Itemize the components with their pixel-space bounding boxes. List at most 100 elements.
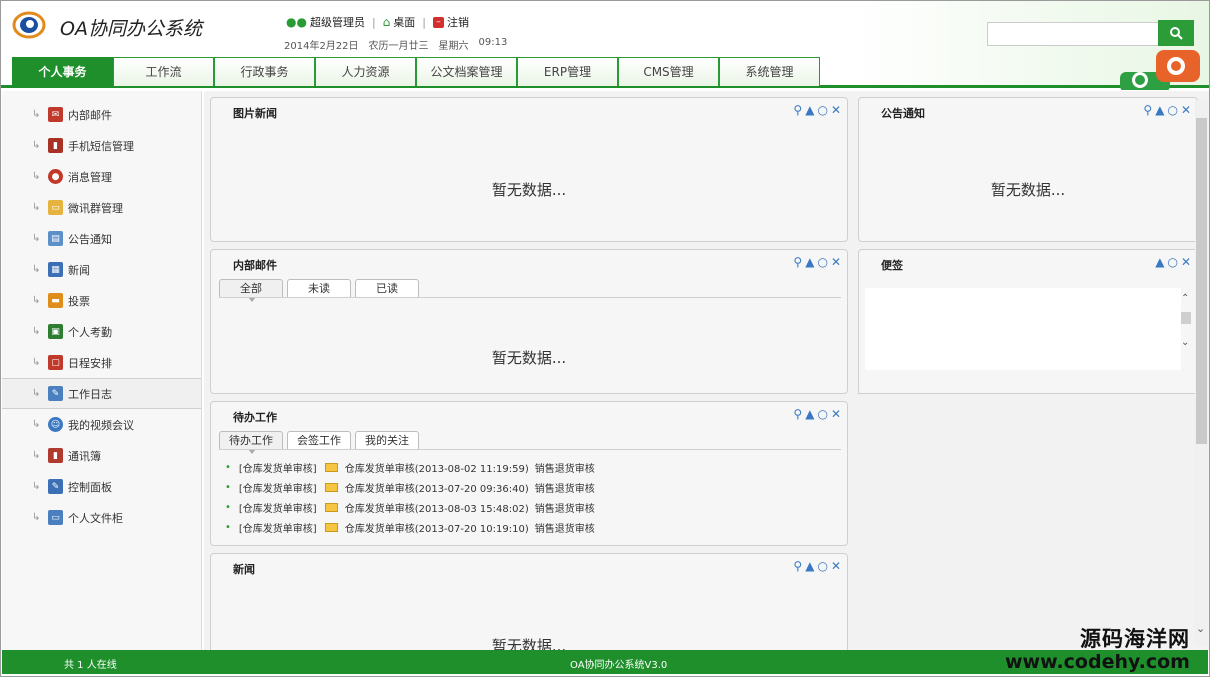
search-icon[interactable]: ⚲ xyxy=(793,104,802,116)
sidebar-item-control-panel[interactable]: ↳ ✎ 控制面板 xyxy=(2,471,201,502)
close-icon[interactable]: ✕ xyxy=(831,256,841,268)
user-link[interactable]: ●● 超级管理员 xyxy=(286,14,365,30)
memo-scrollbar[interactable]: ⌃ ⌄ xyxy=(1181,294,1193,364)
separator: | xyxy=(371,15,376,29)
search-icon[interactable]: ⚲ xyxy=(1143,104,1152,116)
sidebar-item-news[interactable]: ↳ ▦ 新闻 xyxy=(2,254,201,285)
users-icon: ●● xyxy=(286,15,307,29)
tab-all[interactable]: 全部 xyxy=(219,279,283,302)
tab-workflow[interactable]: 工作流 xyxy=(113,57,214,86)
tab-personal[interactable]: 个人事务 xyxy=(12,57,113,86)
collapse-icon[interactable]: ▲ xyxy=(1155,104,1164,116)
chevron-down-icon[interactable]: ⌄ xyxy=(1181,338,1193,348)
chevron-up-icon[interactable]: ⌃ xyxy=(1181,294,1193,304)
close-icon[interactable]: ✕ xyxy=(831,104,841,116)
todo-text: 仓库发货单审核(2013-07-20 10:19:10) xyxy=(344,524,529,535)
refresh-icon[interactable]: ○ xyxy=(817,104,827,116)
picture-news-panel: 图片新闻 ⚲ ▲ ○ ✕ 暂无数据... xyxy=(210,97,848,242)
sidebar-item-address-book[interactable]: ↳ ▮ 通讯簿 xyxy=(2,440,201,471)
tab-system[interactable]: 系统管理 xyxy=(719,57,820,86)
sidebar-item-label: 内部邮件 xyxy=(68,108,112,122)
todo-text: 仓库发货单审核(2013-07-20 09:36:40) xyxy=(344,484,529,495)
sidebar-item-video-meeting[interactable]: ↳ ☺ 我的视频会议 xyxy=(2,409,201,440)
search-icon[interactable]: ⚲ xyxy=(793,256,802,268)
desktop-link[interactable]: ⌂ 桌面 xyxy=(383,14,416,30)
todo-item[interactable]: • [仓库发货单审核] 仓库发货单审核(2013-08-03 15:48:02)… xyxy=(225,500,595,515)
notice-icon: ▤ xyxy=(48,231,63,246)
refresh-icon[interactable]: ○ xyxy=(1167,256,1177,268)
refresh-icon[interactable]: ○ xyxy=(1167,104,1177,116)
close-icon[interactable]: ✕ xyxy=(831,560,841,572)
sidebar: ↳ ✉ 内部邮件 ↳ ▮ 手机短信管理 ↳ ● 消息管理 ↳ ▭ 微讯群管理 ↳ ▤ 公告通知 ↳ ▦… xyxy=(2,91,202,650)
sidebar-item-worklog[interactable]: ↳ ✎ 工作日志 xyxy=(2,378,201,409)
tab-unread[interactable]: 未读 xyxy=(287,279,351,297)
logo-icon xyxy=(12,11,46,39)
arrow-icon: ↳ xyxy=(32,388,41,399)
search-icon[interactable]: ⚲ xyxy=(793,560,802,572)
sidebar-item-messages[interactable]: ↳ ● 消息管理 xyxy=(2,161,201,192)
weekday-text: 星期六 xyxy=(438,41,469,52)
search-button[interactable] xyxy=(1158,20,1194,46)
page-scrollbar[interactable]: ⌄ xyxy=(1195,100,1208,646)
scroll-thumb[interactable] xyxy=(1196,118,1207,444)
logout-label: 注销 xyxy=(447,16,470,29)
close-icon[interactable]: ✕ xyxy=(1181,104,1191,116)
todo-item[interactable]: • [仓库发货单审核] 仓库发货单审核(2013-08-02 11:19:59)… xyxy=(225,460,595,475)
tab-read[interactable]: 已读 xyxy=(355,279,419,297)
bullet-icon: • xyxy=(225,462,231,473)
log-icon: ✎ xyxy=(48,386,63,401)
logout-link[interactable]: – 注销 xyxy=(433,14,469,30)
collapse-icon[interactable]: ▲ xyxy=(805,560,814,572)
sidebar-item-label: 新闻 xyxy=(68,263,90,277)
close-icon[interactable]: ✕ xyxy=(1181,256,1191,268)
sidebar-item-vote[interactable]: ↳ ▬ 投票 xyxy=(2,285,201,316)
tab-hr[interactable]: 人力资源 xyxy=(315,57,416,86)
separator: | xyxy=(422,15,427,29)
arrow-icon: ↳ xyxy=(32,357,41,368)
collapse-icon[interactable]: ▲ xyxy=(805,104,814,116)
sidebar-item-groups[interactable]: ↳ ▭ 微讯群管理 xyxy=(2,192,201,223)
file-cabinet-icon: ▭ xyxy=(48,510,63,525)
sidebar-item-mail[interactable]: ↳ ✉ 内部邮件 xyxy=(2,99,201,130)
sidebar-item-sms[interactable]: ↳ ▮ 手机短信管理 xyxy=(2,130,201,161)
tab-pending-work[interactable]: 待办工作 xyxy=(219,431,283,454)
collapse-icon[interactable]: ▲ xyxy=(805,256,814,268)
todo-item[interactable]: • [仓库发货单审核] 仓库发货单审核(2013-07-20 10:19:10)… xyxy=(225,520,595,535)
sidebar-item-notice[interactable]: ↳ ▤ 公告通知 xyxy=(2,223,201,254)
tab-documents[interactable]: 公文档案管理 xyxy=(416,57,517,86)
sidebar-item-file-cabinet[interactable]: ↳ ▭ 个人文件柜 xyxy=(2,502,201,533)
tab-countersign-work[interactable]: 会签工作 xyxy=(287,431,351,449)
scroll-thumb[interactable] xyxy=(1181,312,1191,324)
collapse-icon[interactable]: ▲ xyxy=(1155,256,1164,268)
panel-title: 图片新闻 xyxy=(233,107,277,120)
panel-title: 便签 xyxy=(881,259,903,272)
chevron-down-icon[interactable]: ⌄ xyxy=(1196,622,1205,635)
todo-text: 仓库发货单审核(2013-08-02 11:19:59) xyxy=(344,464,529,475)
collapse-icon[interactable]: ▲ xyxy=(805,408,814,420)
memo-textarea[interactable] xyxy=(865,288,1181,370)
tab-administration[interactable]: 行政事务 xyxy=(214,57,315,86)
search-input[interactable] xyxy=(987,22,1159,46)
search-icon[interactable]: ⚲ xyxy=(793,408,802,420)
close-icon[interactable]: ✕ xyxy=(831,408,841,420)
envelope-icon xyxy=(324,483,338,492)
sidebar-item-label: 消息管理 xyxy=(68,170,112,184)
tab-my-follow[interactable]: 我的关注 xyxy=(355,431,419,449)
sidebar-item-attendance[interactable]: ↳ ▣ 个人考勤 xyxy=(2,316,201,347)
divider xyxy=(219,297,841,298)
folder-icon: ▭ xyxy=(48,200,63,215)
refresh-icon[interactable]: ○ xyxy=(817,560,827,572)
refresh-icon[interactable]: ○ xyxy=(817,256,827,268)
tab-cms[interactable]: CMS管理 xyxy=(618,57,719,86)
sidebar-item-schedule[interactable]: ↳ ▢ 日程安排 xyxy=(2,347,201,378)
main-nav-tabs: 个人事务 工作流 行政事务 人力资源 公文档案管理 ERP管理 CMS管理 系统… xyxy=(12,57,820,86)
envelope-icon xyxy=(324,463,338,472)
sidebar-item-label: 控制面板 xyxy=(68,480,112,494)
watermark: 源码海洋网 www.codehy.com xyxy=(1005,623,1190,673)
sidebar-item-label: 工作日志 xyxy=(68,387,112,401)
arrow-icon: ↳ xyxy=(32,233,41,244)
date-text: 2014年2月22日 xyxy=(284,41,359,52)
refresh-icon[interactable]: ○ xyxy=(817,408,827,420)
todo-item[interactable]: • [仓库发货单审核] 仓库发货单审核(2013-07-20 09:36:40)… xyxy=(225,480,595,495)
tab-erp[interactable]: ERP管理 xyxy=(517,57,618,86)
